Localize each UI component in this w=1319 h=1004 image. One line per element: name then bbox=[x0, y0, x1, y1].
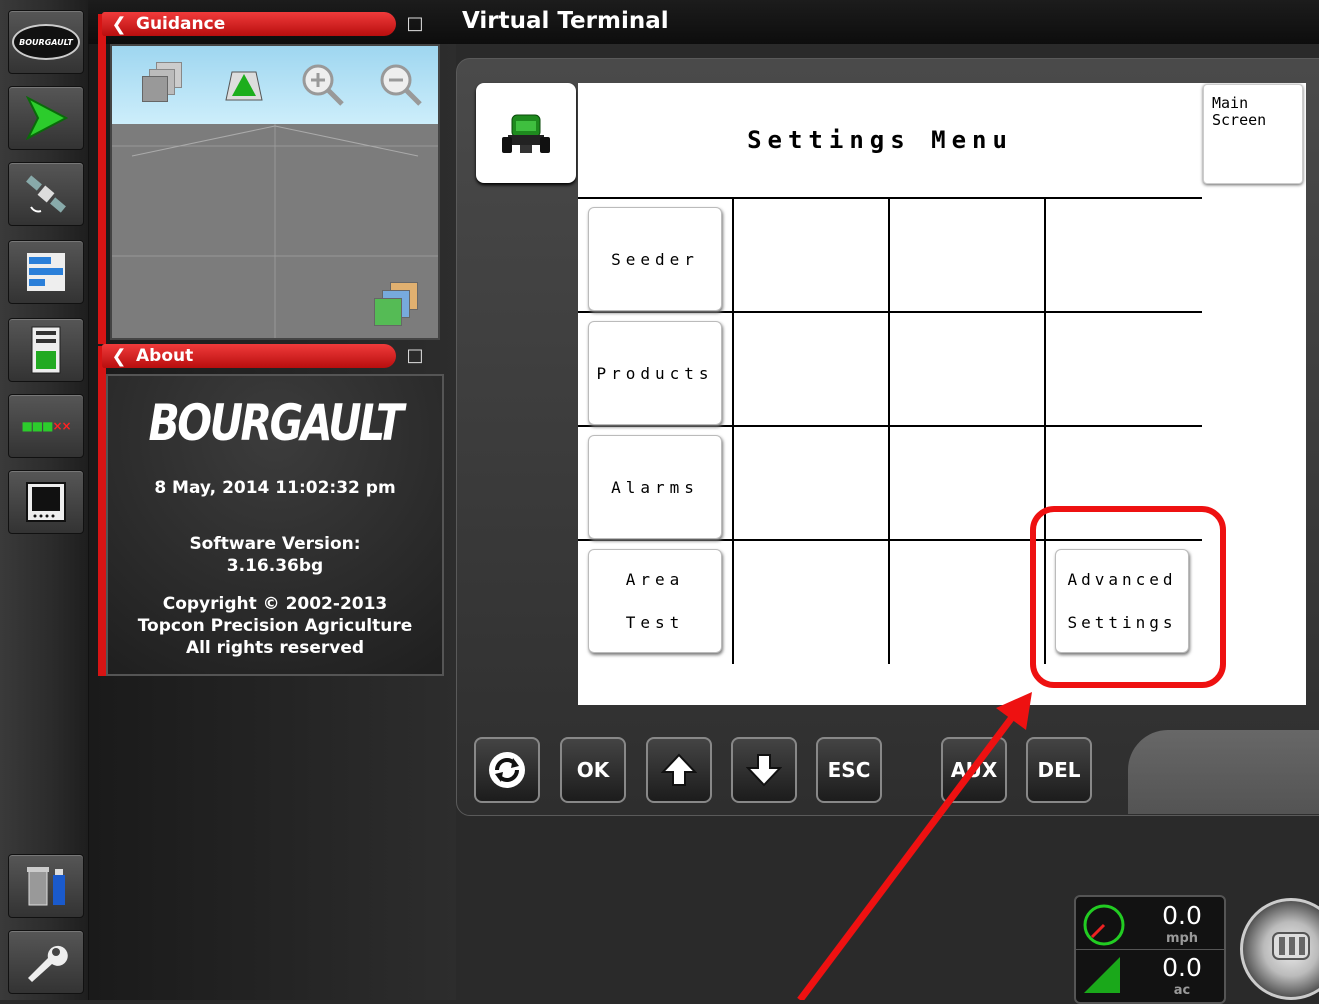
monitor-icon bbox=[26, 482, 66, 522]
zoom-out-icon[interactable] bbox=[376, 60, 424, 108]
seeder-button[interactable]: Seeder bbox=[588, 207, 722, 311]
bourgault-logo: BOURGAULT bbox=[148, 394, 404, 452]
main-screen-label: Main Screen bbox=[1212, 94, 1267, 129]
area-value: 0.0 bbox=[1162, 953, 1202, 982]
ok-softkey[interactable]: OK bbox=[560, 737, 626, 803]
zoom-in-icon[interactable] bbox=[298, 60, 346, 108]
area-test-button[interactable]: Area Test bbox=[588, 549, 722, 653]
area-gauge-icon bbox=[1084, 957, 1120, 993]
area-test-label-line1: Area bbox=[625, 570, 685, 589]
arrow-up-icon bbox=[661, 753, 697, 786]
refresh-icon bbox=[489, 752, 525, 788]
esc-softkey[interactable]: ESC bbox=[816, 737, 882, 803]
divider bbox=[1076, 949, 1224, 950]
chevron-left-icon: ❮ bbox=[111, 13, 127, 35]
about-panel-title: About bbox=[136, 346, 194, 366]
grid-line bbox=[732, 197, 734, 664]
guidance-mini-view[interactable] bbox=[110, 44, 440, 340]
del-softkey[interactable]: DEL bbox=[1026, 737, 1092, 803]
arrow-down-icon bbox=[746, 754, 782, 787]
up-softkey[interactable] bbox=[646, 737, 712, 803]
products-button[interactable]: Products bbox=[588, 321, 722, 425]
software-version-value: 3.16.36bg bbox=[226, 556, 324, 576]
grid-line bbox=[578, 197, 1202, 199]
grid-line bbox=[578, 425, 1202, 427]
bourgault-logo-icon: BOURGAULT bbox=[12, 24, 80, 60]
usb-data-button[interactable] bbox=[8, 854, 84, 918]
software-version-label: Software Version: bbox=[189, 534, 361, 554]
guidance-arrow-icon bbox=[25, 96, 68, 140]
bourgault-logo-button[interactable]: BOURGAULT bbox=[8, 10, 84, 74]
tractor-icon bbox=[502, 114, 550, 153]
speed-value: 0.0 bbox=[1162, 901, 1202, 930]
popout-icon[interactable]: □ bbox=[402, 344, 428, 368]
main-screen-button[interactable]: Main Screen bbox=[1203, 84, 1303, 184]
copyright-line: Copyright © 2002-2013 bbox=[162, 594, 388, 614]
annotation-highlight-box bbox=[1030, 506, 1226, 688]
section-status-button[interactable]: ■■■×× bbox=[8, 394, 84, 458]
rights-line: All rights reserved bbox=[185, 638, 365, 658]
steering-engage-button[interactable] bbox=[1240, 898, 1319, 1000]
guidance-button[interactable] bbox=[8, 86, 84, 150]
implement-softkey[interactable] bbox=[476, 83, 576, 183]
seeder-label: Seeder bbox=[611, 249, 699, 269]
aux-softkey[interactable]: AUX bbox=[941, 737, 1007, 803]
brand-badge-text: BOURGAULT bbox=[19, 37, 73, 47]
satellite-icon bbox=[26, 175, 66, 213]
page-title: Virtual Terminal bbox=[462, 8, 669, 34]
area-test-label-line2: Test bbox=[625, 613, 685, 632]
satellite-button[interactable] bbox=[8, 162, 84, 226]
speedometer-icon bbox=[1083, 904, 1125, 946]
status-widget[interactable]: 0.0 mph 0.0 ac bbox=[1074, 895, 1226, 1004]
steering-icon bbox=[1272, 932, 1310, 960]
layout-bars-icon bbox=[27, 253, 65, 291]
monitor-button[interactable] bbox=[8, 470, 84, 534]
section-status-icon: ■■■×× bbox=[21, 419, 71, 433]
calculator-button[interactable] bbox=[8, 318, 84, 382]
field-view-icon[interactable] bbox=[220, 64, 268, 104]
calculator-icon bbox=[31, 326, 61, 374]
popout-icon[interactable]: □ bbox=[402, 12, 428, 36]
area-unit: ac bbox=[1173, 983, 1191, 998]
ok-label: OK bbox=[576, 758, 610, 782]
down-softkey[interactable] bbox=[731, 737, 797, 803]
guidance-panel-header[interactable]: ❮ Guidance bbox=[102, 12, 396, 36]
chevron-left-icon: ❮ bbox=[111, 345, 127, 367]
speed-unit: mph bbox=[1165, 931, 1199, 946]
guidance-accent-strip bbox=[98, 14, 106, 344]
grid-line bbox=[888, 197, 890, 664]
about-datetime: 8 May, 2014 11:02:32 pm bbox=[154, 478, 396, 498]
esc-label: ESC bbox=[827, 758, 871, 782]
products-label: Products bbox=[596, 363, 714, 383]
view-3d-icon[interactable] bbox=[142, 62, 182, 102]
company-line: Topcon Precision Agriculture bbox=[137, 616, 413, 636]
refresh-softkey[interactable] bbox=[474, 737, 540, 803]
decorative-swoosh bbox=[1128, 730, 1319, 814]
alarms-label: Alarms bbox=[611, 477, 699, 497]
settings-menu-title: Settings Menu bbox=[747, 126, 1013, 154]
grid-line bbox=[578, 311, 1202, 313]
del-label: DEL bbox=[1037, 758, 1081, 782]
left-icon-rail: BOURGAULT ■■■×× bbox=[0, 0, 89, 1000]
about-panel-header[interactable]: ❮ About bbox=[102, 344, 396, 368]
about-accent-strip bbox=[98, 346, 106, 676]
aux-label: AUX bbox=[950, 758, 998, 782]
alarms-button[interactable]: Alarms bbox=[588, 435, 722, 539]
wrench-icon bbox=[28, 945, 68, 982]
guidance-panel-title: Guidance bbox=[136, 14, 226, 34]
layers-icon[interactable] bbox=[374, 282, 422, 326]
settings-wrench-button[interactable] bbox=[8, 930, 84, 994]
about-panel: BOURGAULT 8 May, 2014 11:02:32 pm Softwa… bbox=[106, 374, 444, 676]
layout-button[interactable] bbox=[8, 240, 84, 304]
usb-data-icon bbox=[27, 867, 65, 906]
